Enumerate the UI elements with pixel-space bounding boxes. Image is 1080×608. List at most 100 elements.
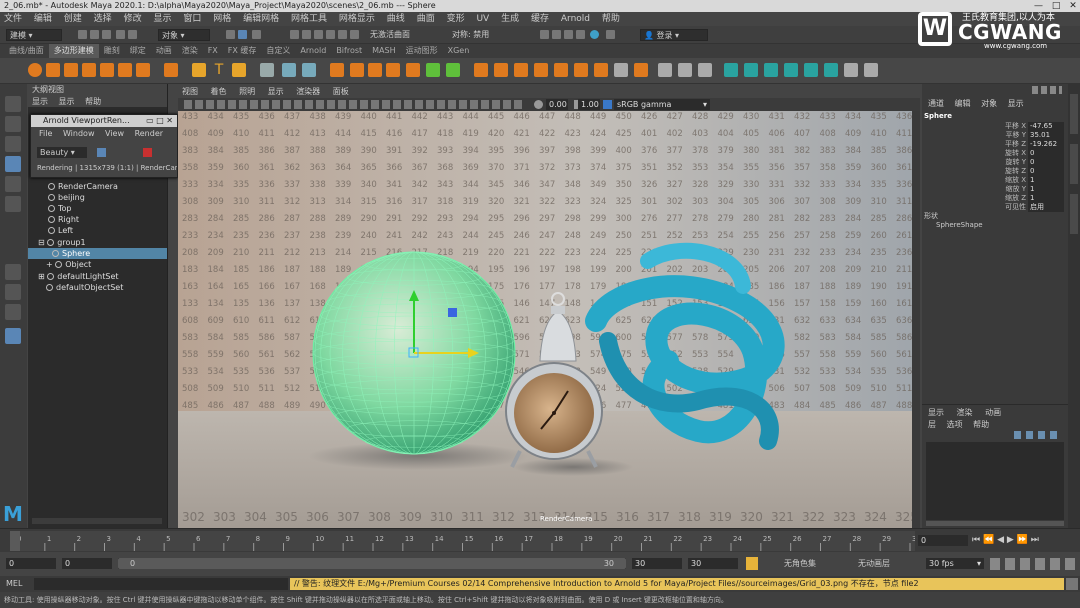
viewport-menu-renderer[interactable]: 渲染器 [296,87,320,96]
snap-grid-icon[interactable] [290,30,299,39]
open-scene-icon[interactable] [90,30,99,39]
modeling-toolkit-side-tab[interactable] [1070,194,1078,234]
command-input[interactable] [34,578,288,590]
menu-help[interactable]: 帮助 [602,14,620,24]
paint-select-tool-icon[interactable] [5,136,21,152]
menu-curves[interactable]: 曲线 [387,14,405,24]
boolean-intersection-icon[interactable] [386,63,400,77]
move-tool-icon[interactable] [5,156,21,172]
shelf-tab-xgen[interactable]: XGen [443,44,475,58]
platonic-solid-icon[interactable] [164,63,178,77]
step-back-key-icon[interactable]: ⏪ [983,535,994,545]
render-settings-icon[interactable] [564,30,573,39]
object-mode-icon[interactable] [238,30,247,39]
smooth-icon[interactable] [330,63,344,77]
hierarchy-mode-icon[interactable] [226,30,235,39]
current-frame-field[interactable]: 0 [918,535,968,546]
combine-icon[interactable] [282,63,296,77]
menu-mesh[interactable]: 网格 [213,14,231,24]
channel-translate-x[interactable]: 平移 X -47.65 [922,122,1068,131]
arnold-window-titlebar[interactable]: Arnold ViewportRen... ▭ □ ✕ [31,115,177,127]
extrude-icon[interactable] [474,63,488,77]
arnold-viewport-render-window[interactable]: Arnold ViewportRen... ▭ □ ✕ File Window … [30,114,178,178]
poke-icon[interactable] [574,63,588,77]
outliner-item-right[interactable]: Right [28,214,167,225]
append-icon[interactable] [554,63,568,77]
outliner-menu-help[interactable]: 帮助 [85,97,101,106]
boolean-union-icon[interactable] [350,63,364,77]
current-time-indicator[interactable] [10,531,20,551]
shelf-tab-arnold[interactable]: Arnold [295,44,331,58]
menu-set-dropdown[interactable]: 建模 ▾ [6,29,62,41]
menu-mesh-tools[interactable]: 网格工具 [291,14,327,24]
menu-modify[interactable]: 修改 [124,14,142,24]
move-manipulator-plane-handle[interactable] [448,308,457,317]
login-dropdown[interactable]: 👤 登录 ▾ [640,29,708,41]
menu-edit[interactable]: 编辑 [34,14,52,24]
layer-action-icons[interactable] [1014,431,1062,439]
channel-visibility[interactable]: 可见性 启用 [922,203,1068,212]
render-frame-icon[interactable] [540,30,549,39]
selection-mode-dropdown[interactable]: 对象 ▾ [158,29,210,41]
outliner-item-sphere[interactable]: Sphere [28,248,167,259]
sphere-object[interactable] [312,251,516,455]
channel-tab-show[interactable]: 显示 [1008,99,1024,108]
layer-tab-display[interactable]: 显示 [928,408,944,417]
channel-tab-edit[interactable]: 编辑 [955,99,971,108]
pause-ipr-icon[interactable] [606,30,615,39]
boolean-difference-icon[interactable] [368,63,382,77]
scale-tool-icon[interactable] [5,196,21,212]
two-view-layout-icon[interactable] [5,304,21,320]
merge-icon[interactable] [534,63,548,77]
uv-editor-icon[interactable] [804,63,818,77]
bevel-icon[interactable] [494,63,508,77]
quad-draw-icon[interactable] [698,63,712,77]
outliner-item-rendercamera[interactable]: RenderCamera [28,181,167,192]
outliner-item-default-object-set[interactable]: defaultObjectSet [28,282,167,293]
layer-tab-anim[interactable]: 动画 [985,408,1001,417]
fill-hole-icon[interactable] [514,63,528,77]
triangulate-icon[interactable] [634,63,648,77]
character-set-dropdown[interactable]: 无角色集 [784,558,816,569]
menu-file[interactable]: 文件 [4,14,22,24]
fps-dropdown[interactable]: 30 fps ▾ [926,558,984,569]
expand-icon[interactable]: ⊞ [38,272,47,281]
shelf-tab-curves[interactable]: 曲线/曲面 [4,44,49,58]
undo-icon[interactable] [116,30,125,39]
channel-box-side-tab[interactable] [1070,94,1078,134]
menu-display[interactable]: 显示 [153,14,171,24]
aov-dropdown[interactable]: Beauty ▾ [37,147,87,158]
viewport-menu-view[interactable]: 视图 [182,87,198,96]
shelf-tab-poly-modeling[interactable]: 多边形建模 [48,44,99,58]
snap-view-icon[interactable] [326,30,335,39]
anim-layer-dropdown[interactable]: 无动画层 [858,558,890,569]
hypershade-icon[interactable] [576,30,585,39]
play-icon[interactable]: ▶ [1007,535,1014,545]
arnold-menu-render[interactable]: Render [135,129,163,138]
channel-rotate-z[interactable]: 旋转 Z0 [922,167,1068,176]
outliner-menu-show[interactable]: 显示 [59,97,75,106]
shelf-tab-animation[interactable]: 动画 [151,44,177,58]
menu-windows[interactable]: 窗口 [183,14,201,24]
outliner-item-object[interactable]: + Object [28,259,167,270]
poly-cylinder-icon[interactable] [64,63,78,77]
symmetry-field[interactable]: 对称: 禁用 [452,29,489,41]
shelf-tab-bifrost[interactable]: Bifrost [331,44,367,58]
step-back-icon[interactable]: ◀ [997,535,1004,545]
text-icon[interactable]: T [212,63,226,77]
poly-cube-icon[interactable] [46,63,60,77]
playback-options-icons[interactable] [990,558,1076,570]
playback-start-field[interactable]: 0 [62,558,112,569]
super-shape-icon[interactable] [192,63,206,77]
shelf-tab-custom[interactable]: 自定义 [261,44,295,58]
menu-cache[interactable]: 缓存 [531,14,549,24]
new-scene-icon[interactable] [78,30,87,39]
arnold-menu-window[interactable]: Window [63,129,95,138]
channel-scale-x[interactable]: 缩放 X1 [922,176,1068,185]
arnold-render-icon[interactable] [590,30,599,39]
svg-icon[interactable] [232,63,246,77]
select-tool-icon[interactable] [5,96,21,112]
shelf-tab-rendering[interactable]: 渲染 [177,44,203,58]
channel-tab-channels[interactable]: 通道 [928,99,944,108]
menu-arnold[interactable]: Arnold [561,14,590,24]
